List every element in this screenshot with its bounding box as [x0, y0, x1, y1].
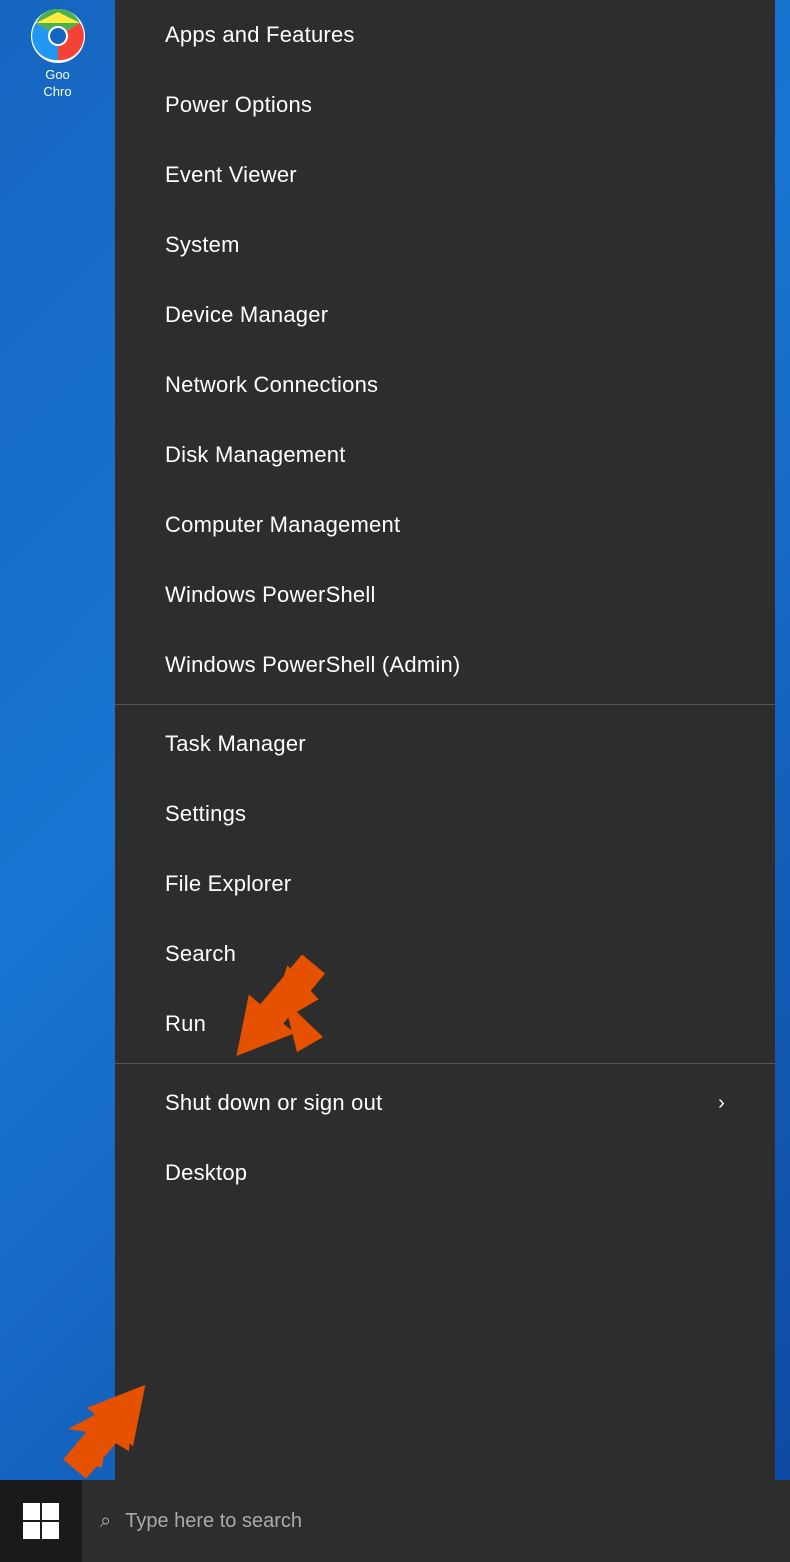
- menu-item-settings[interactable]: Settings: [115, 779, 775, 849]
- taskbar-search[interactable]: ⌕ Type here to search: [82, 1480, 790, 1562]
- menu-item-computer-management[interactable]: Computer Management: [115, 490, 775, 560]
- menu-item-apps-features[interactable]: Apps and Features: [115, 0, 775, 70]
- chrome-icon-area: Goo Chro: [0, 0, 115, 110]
- menu-item-task-manager[interactable]: Task Manager: [115, 709, 775, 779]
- menu-item-event-viewer[interactable]: Event Viewer: [115, 140, 775, 210]
- menu-item-windows-powershell-admin[interactable]: Windows PowerShell (Admin): [115, 630, 775, 700]
- menu-item-file-explorer[interactable]: File Explorer: [115, 849, 775, 919]
- menu-divider-shut-down: [115, 1063, 775, 1064]
- start-button[interactable]: [0, 1480, 82, 1562]
- chrome-label: Goo Chro: [43, 67, 71, 101]
- menu-item-power-options[interactable]: Power Options: [115, 70, 775, 140]
- search-icon: ⌕: [100, 1510, 111, 1533]
- menu-item-run[interactable]: Run: [115, 989, 775, 1059]
- menu-item-shut-down[interactable]: Shut down or sign out ›: [115, 1068, 775, 1138]
- taskbar: ⌕ Type here to search: [0, 1480, 790, 1562]
- search-placeholder-text: Type here to search: [125, 1510, 302, 1533]
- menu-item-system[interactable]: System: [115, 210, 775, 280]
- menu-item-label-shut-down: Shut down or sign out: [165, 1090, 382, 1116]
- windows-logo-icon: [22, 1502, 60, 1540]
- menu-item-device-manager[interactable]: Device Manager: [115, 280, 775, 350]
- menu-item-disk-management[interactable]: Disk Management: [115, 420, 775, 490]
- menu-item-desktop[interactable]: Desktop: [115, 1138, 775, 1208]
- menu-divider-task-manager: [115, 704, 775, 705]
- menu-item-arrow-shut-down: ›: [718, 1092, 725, 1115]
- chrome-icon: [31, 9, 85, 63]
- menu-item-windows-powershell[interactable]: Windows PowerShell: [115, 560, 775, 630]
- context-menu: Apps and FeaturesPower OptionsEvent View…: [115, 0, 775, 1480]
- menu-item-search[interactable]: Search: [115, 919, 775, 989]
- menu-item-network-connections[interactable]: Network Connections: [115, 350, 775, 420]
